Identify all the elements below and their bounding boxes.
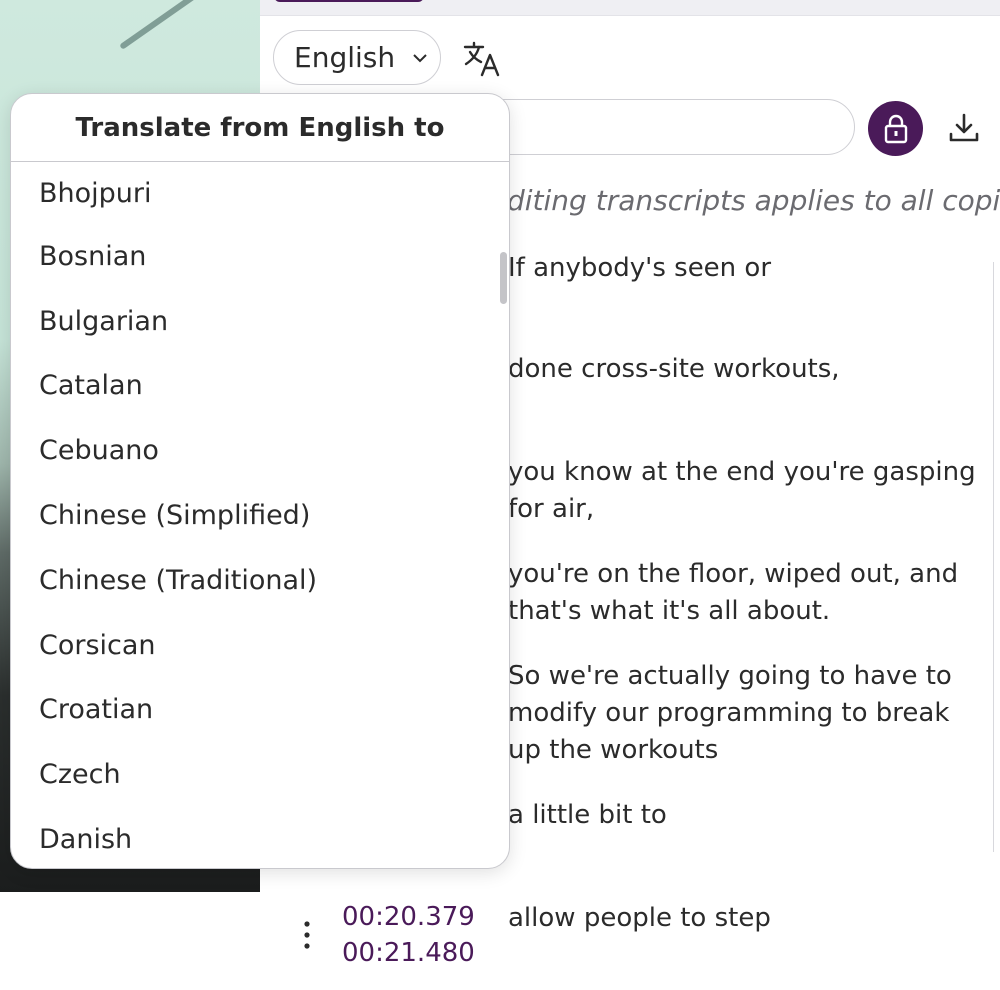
- chevron-down-icon: [413, 53, 427, 62]
- language-list: Bhojpuri Bosnian Bulgarian Catalan Cebua…: [11, 162, 509, 868]
- lock-icon: [884, 114, 907, 143]
- language-option[interactable]: Catalan: [11, 354, 509, 419]
- translate-language-menu: Translate from English to Bhojpuri Bosni…: [10, 93, 510, 869]
- transcript-line[interactable]: allow people to step: [508, 900, 988, 937]
- translate-menu-header: Translate from English to: [11, 94, 509, 162]
- language-option[interactable]: Chinese (Simplified): [11, 483, 509, 548]
- lock-button[interactable]: [868, 101, 923, 156]
- top-bar: [260, 0, 1000, 16]
- download-icon[interactable]: [946, 110, 982, 146]
- language-option[interactable]: Chinese (Traditional): [11, 548, 509, 613]
- language-option[interactable]: Czech: [11, 742, 509, 807]
- active-tab-indicator: [274, 0, 424, 2]
- more-vertical-icon[interactable]: [299, 918, 315, 952]
- video-frame-detail: [119, 0, 221, 50]
- transcript-line[interactable]: So we're actually going to have to modif…: [508, 658, 988, 769]
- language-select[interactable]: English: [273, 30, 441, 85]
- language-select-value: English: [294, 41, 396, 74]
- page: English diting transcripts applies to al…: [0, 0, 1000, 990]
- language-option[interactable]: Cebuano: [11, 418, 509, 483]
- transcript-scrollbar[interactable]: [993, 262, 999, 852]
- language-option[interactable]: Corsican: [11, 613, 509, 678]
- translate-icon[interactable]: [462, 40, 502, 78]
- editing-note: diting transcripts applies to all copies: [507, 184, 1000, 217]
- language-list-scrollbar[interactable]: [500, 252, 507, 304]
- language-option[interactable]: Croatian: [11, 678, 509, 743]
- transcript-line[interactable]: you're on the floor, wiped out, and that…: [508, 556, 988, 630]
- language-option[interactable]: Bosnian: [11, 224, 509, 289]
- transcript-line[interactable]: done cross-site workouts,: [508, 351, 988, 388]
- transcript-line[interactable]: a little bit to: [508, 797, 988, 834]
- transcript-line[interactable]: If anybody's seen or: [508, 250, 988, 287]
- cue-end-time[interactable]: 00:21.480: [342, 938, 475, 968]
- cue-start-time[interactable]: 00:20.379: [342, 902, 475, 932]
- language-option[interactable]: Danish: [11, 807, 509, 868]
- transcript-line[interactable]: you know at the end you're gasping for a…: [508, 454, 988, 528]
- language-option[interactable]: Bulgarian: [11, 289, 509, 354]
- language-option[interactable]: Bhojpuri: [11, 162, 509, 224]
